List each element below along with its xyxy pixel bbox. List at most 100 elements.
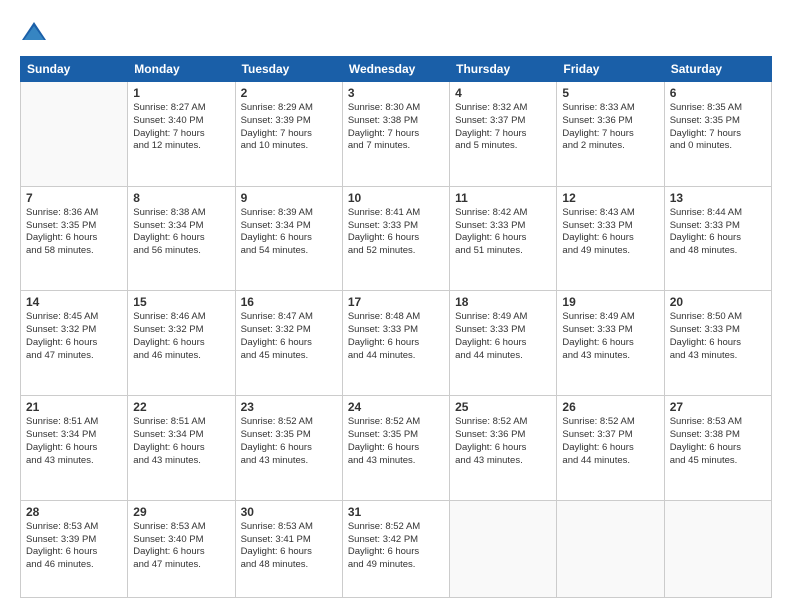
day-number: 15 <box>133 295 229 309</box>
week-row-1: 1Sunrise: 8:27 AM Sunset: 3:40 PM Daylig… <box>21 82 772 187</box>
calendar-cell: 24 Sunrise: 8:52 AM Sunset: 3:35 PM Dayli… <box>342 396 449 501</box>
calendar-cell: 15 Sunrise: 8:46 AM Sunset: 3:32 PM Dayli… <box>128 291 235 396</box>
day-info: Sunrise: 8:52 AM Sunset: 3:42 PM Dayligh… <box>348 521 444 572</box>
week-row-4: 21 Sunrise: 8:51 AM Sunset: 3:34 PM Dayli… <box>21 396 772 501</box>
calendar-cell: 28 Sunrise: 8:53 AM Sunset: 3:39 PM Dayli… <box>21 500 128 597</box>
day-number: 28 <box>26 505 122 519</box>
calendar-cell: 13 Sunrise: 8:44 AM Sunset: 3:33 PM Dayli… <box>664 186 771 291</box>
day-info: Sunrise: 8:52 AM Sunset: 3:36 PM Dayligh… <box>455 416 551 467</box>
calendar-cell: 30Sunrise: 8:53 AM Sunset: 3:41 PM Dayli… <box>235 500 342 597</box>
day-number: 23 <box>241 400 337 414</box>
week-row-3: 14 Sunrise: 8:45 AM Sunset: 3:32 PM Dayli… <box>21 291 772 396</box>
day-number: 19 <box>562 295 658 309</box>
day-number: 14 <box>26 295 122 309</box>
calendar-cell: 23 Sunrise: 8:52 AM Sunset: 3:35 PM Dayli… <box>235 396 342 501</box>
day-number: 13 <box>670 191 766 205</box>
day-number: 5 <box>562 86 658 100</box>
day-number: 3 <box>348 86 444 100</box>
calendar-cell: 22 Sunrise: 8:51 AM Sunset: 3:34 PM Dayli… <box>128 396 235 501</box>
calendar-cell: 6Sunrise: 8:35 AM Sunset: 3:35 PM Daylig… <box>664 82 771 187</box>
day-info: Sunrise: 8:51 AM Sunset: 3:34 PM Dayligh… <box>133 416 229 467</box>
calendar-cell: 27 Sunrise: 8:53 AM Sunset: 3:38 PM Dayli… <box>664 396 771 501</box>
weekday-header-tuesday: Tuesday <box>235 57 342 82</box>
day-info: Sunrise: 8:48 AM Sunset: 3:33 PM Dayligh… <box>348 311 444 362</box>
calendar-cell <box>21 82 128 187</box>
calendar-cell: 29 Sunrise: 8:53 AM Sunset: 3:40 PM Dayli… <box>128 500 235 597</box>
weekday-header-thursday: Thursday <box>450 57 557 82</box>
day-number: 20 <box>670 295 766 309</box>
day-number: 16 <box>241 295 337 309</box>
calendar-cell: 17 Sunrise: 8:48 AM Sunset: 3:33 PM Dayli… <box>342 291 449 396</box>
day-number: 6 <box>670 86 766 100</box>
day-info: Sunrise: 8:42 AM Sunset: 3:33 PM Dayligh… <box>455 207 551 258</box>
day-info: Sunrise: 8:43 AM Sunset: 3:33 PM Dayligh… <box>562 207 658 258</box>
calendar-cell: 16 Sunrise: 8:47 AM Sunset: 3:32 PM Dayli… <box>235 291 342 396</box>
day-info: Sunrise: 8:52 AM Sunset: 3:35 PM Dayligh… <box>348 416 444 467</box>
day-number: 25 <box>455 400 551 414</box>
calendar-cell: 26 Sunrise: 8:52 AM Sunset: 3:37 PM Dayli… <box>557 396 664 501</box>
calendar-cell: 7 Sunrise: 8:36 AM Sunset: 3:35 PM Daylig… <box>21 186 128 291</box>
day-info: Sunrise: 8:52 AM Sunset: 3:35 PM Dayligh… <box>241 416 337 467</box>
day-number: 12 <box>562 191 658 205</box>
day-info: Sunrise: 8:52 AM Sunset: 3:37 PM Dayligh… <box>562 416 658 467</box>
calendar-cell: 9Sunrise: 8:39 AM Sunset: 3:34 PM Daylig… <box>235 186 342 291</box>
day-info: Sunrise: 8:39 AM Sunset: 3:34 PM Dayligh… <box>241 207 337 258</box>
day-number: 11 <box>455 191 551 205</box>
day-number: 1 <box>133 86 229 100</box>
day-info: Sunrise: 8:33 AM Sunset: 3:36 PM Dayligh… <box>562 102 658 153</box>
logo <box>20 18 52 46</box>
day-number: 27 <box>670 400 766 414</box>
day-info: Sunrise: 8:46 AM Sunset: 3:32 PM Dayligh… <box>133 311 229 362</box>
calendar-cell: 1Sunrise: 8:27 AM Sunset: 3:40 PM Daylig… <box>128 82 235 187</box>
day-info: Sunrise: 8:44 AM Sunset: 3:33 PM Dayligh… <box>670 207 766 258</box>
logo-icon <box>20 18 48 46</box>
calendar-cell: 12 Sunrise: 8:43 AM Sunset: 3:33 PM Dayli… <box>557 186 664 291</box>
day-number: 18 <box>455 295 551 309</box>
day-info: Sunrise: 8:47 AM Sunset: 3:32 PM Dayligh… <box>241 311 337 362</box>
calendar-cell: 21 Sunrise: 8:51 AM Sunset: 3:34 PM Dayli… <box>21 396 128 501</box>
calendar-cell: 2Sunrise: 8:29 AM Sunset: 3:39 PM Daylig… <box>235 82 342 187</box>
calendar-cell: 10 Sunrise: 8:41 AM Sunset: 3:33 PM Dayli… <box>342 186 449 291</box>
day-number: 17 <box>348 295 444 309</box>
calendar-cell <box>557 500 664 597</box>
day-number: 29 <box>133 505 229 519</box>
day-info: Sunrise: 8:41 AM Sunset: 3:33 PM Dayligh… <box>348 207 444 258</box>
calendar-cell: 3 Sunrise: 8:30 AM Sunset: 3:38 PM Daylig… <box>342 82 449 187</box>
day-info: Sunrise: 8:53 AM Sunset: 3:38 PM Dayligh… <box>670 416 766 467</box>
day-info: Sunrise: 8:36 AM Sunset: 3:35 PM Dayligh… <box>26 207 122 258</box>
calendar-cell: 25 Sunrise: 8:52 AM Sunset: 3:36 PM Dayli… <box>450 396 557 501</box>
calendar: SundayMondayTuesdayWednesdayThursdayFrid… <box>20 56 772 598</box>
page: SundayMondayTuesdayWednesdayThursdayFrid… <box>0 0 792 612</box>
calendar-cell: 5 Sunrise: 8:33 AM Sunset: 3:36 PM Daylig… <box>557 82 664 187</box>
day-number: 30 <box>241 505 337 519</box>
header <box>20 18 772 46</box>
weekday-header-monday: Monday <box>128 57 235 82</box>
weekday-header-row: SundayMondayTuesdayWednesdayThursdayFrid… <box>21 57 772 82</box>
weekday-header-friday: Friday <box>557 57 664 82</box>
day-info: Sunrise: 8:45 AM Sunset: 3:32 PM Dayligh… <box>26 311 122 362</box>
day-number: 7 <box>26 191 122 205</box>
day-number: 26 <box>562 400 658 414</box>
day-info: Sunrise: 8:30 AM Sunset: 3:38 PM Dayligh… <box>348 102 444 153</box>
day-info: Sunrise: 8:53 AM Sunset: 3:39 PM Dayligh… <box>26 521 122 572</box>
day-number: 21 <box>26 400 122 414</box>
calendar-cell: 18 Sunrise: 8:49 AM Sunset: 3:33 PM Dayli… <box>450 291 557 396</box>
calendar-cell: 19Sunrise: 8:49 AM Sunset: 3:33 PM Dayli… <box>557 291 664 396</box>
calendar-cell <box>664 500 771 597</box>
day-number: 24 <box>348 400 444 414</box>
day-number: 8 <box>133 191 229 205</box>
day-info: Sunrise: 8:49 AM Sunset: 3:33 PM Dayligh… <box>455 311 551 362</box>
day-info: Sunrise: 8:50 AM Sunset: 3:33 PM Dayligh… <box>670 311 766 362</box>
day-info: Sunrise: 8:29 AM Sunset: 3:39 PM Dayligh… <box>241 102 337 153</box>
day-info: Sunrise: 8:53 AM Sunset: 3:40 PM Dayligh… <box>133 521 229 572</box>
week-row-5: 28 Sunrise: 8:53 AM Sunset: 3:39 PM Dayli… <box>21 500 772 597</box>
weekday-header-sunday: Sunday <box>21 57 128 82</box>
weekday-header-wednesday: Wednesday <box>342 57 449 82</box>
calendar-cell <box>450 500 557 597</box>
day-number: 22 <box>133 400 229 414</box>
day-info: Sunrise: 8:51 AM Sunset: 3:34 PM Dayligh… <box>26 416 122 467</box>
calendar-cell: 31Sunrise: 8:52 AM Sunset: 3:42 PM Dayli… <box>342 500 449 597</box>
weekday-header-saturday: Saturday <box>664 57 771 82</box>
day-number: 10 <box>348 191 444 205</box>
calendar-cell: 8Sunrise: 8:38 AM Sunset: 3:34 PM Daylig… <box>128 186 235 291</box>
